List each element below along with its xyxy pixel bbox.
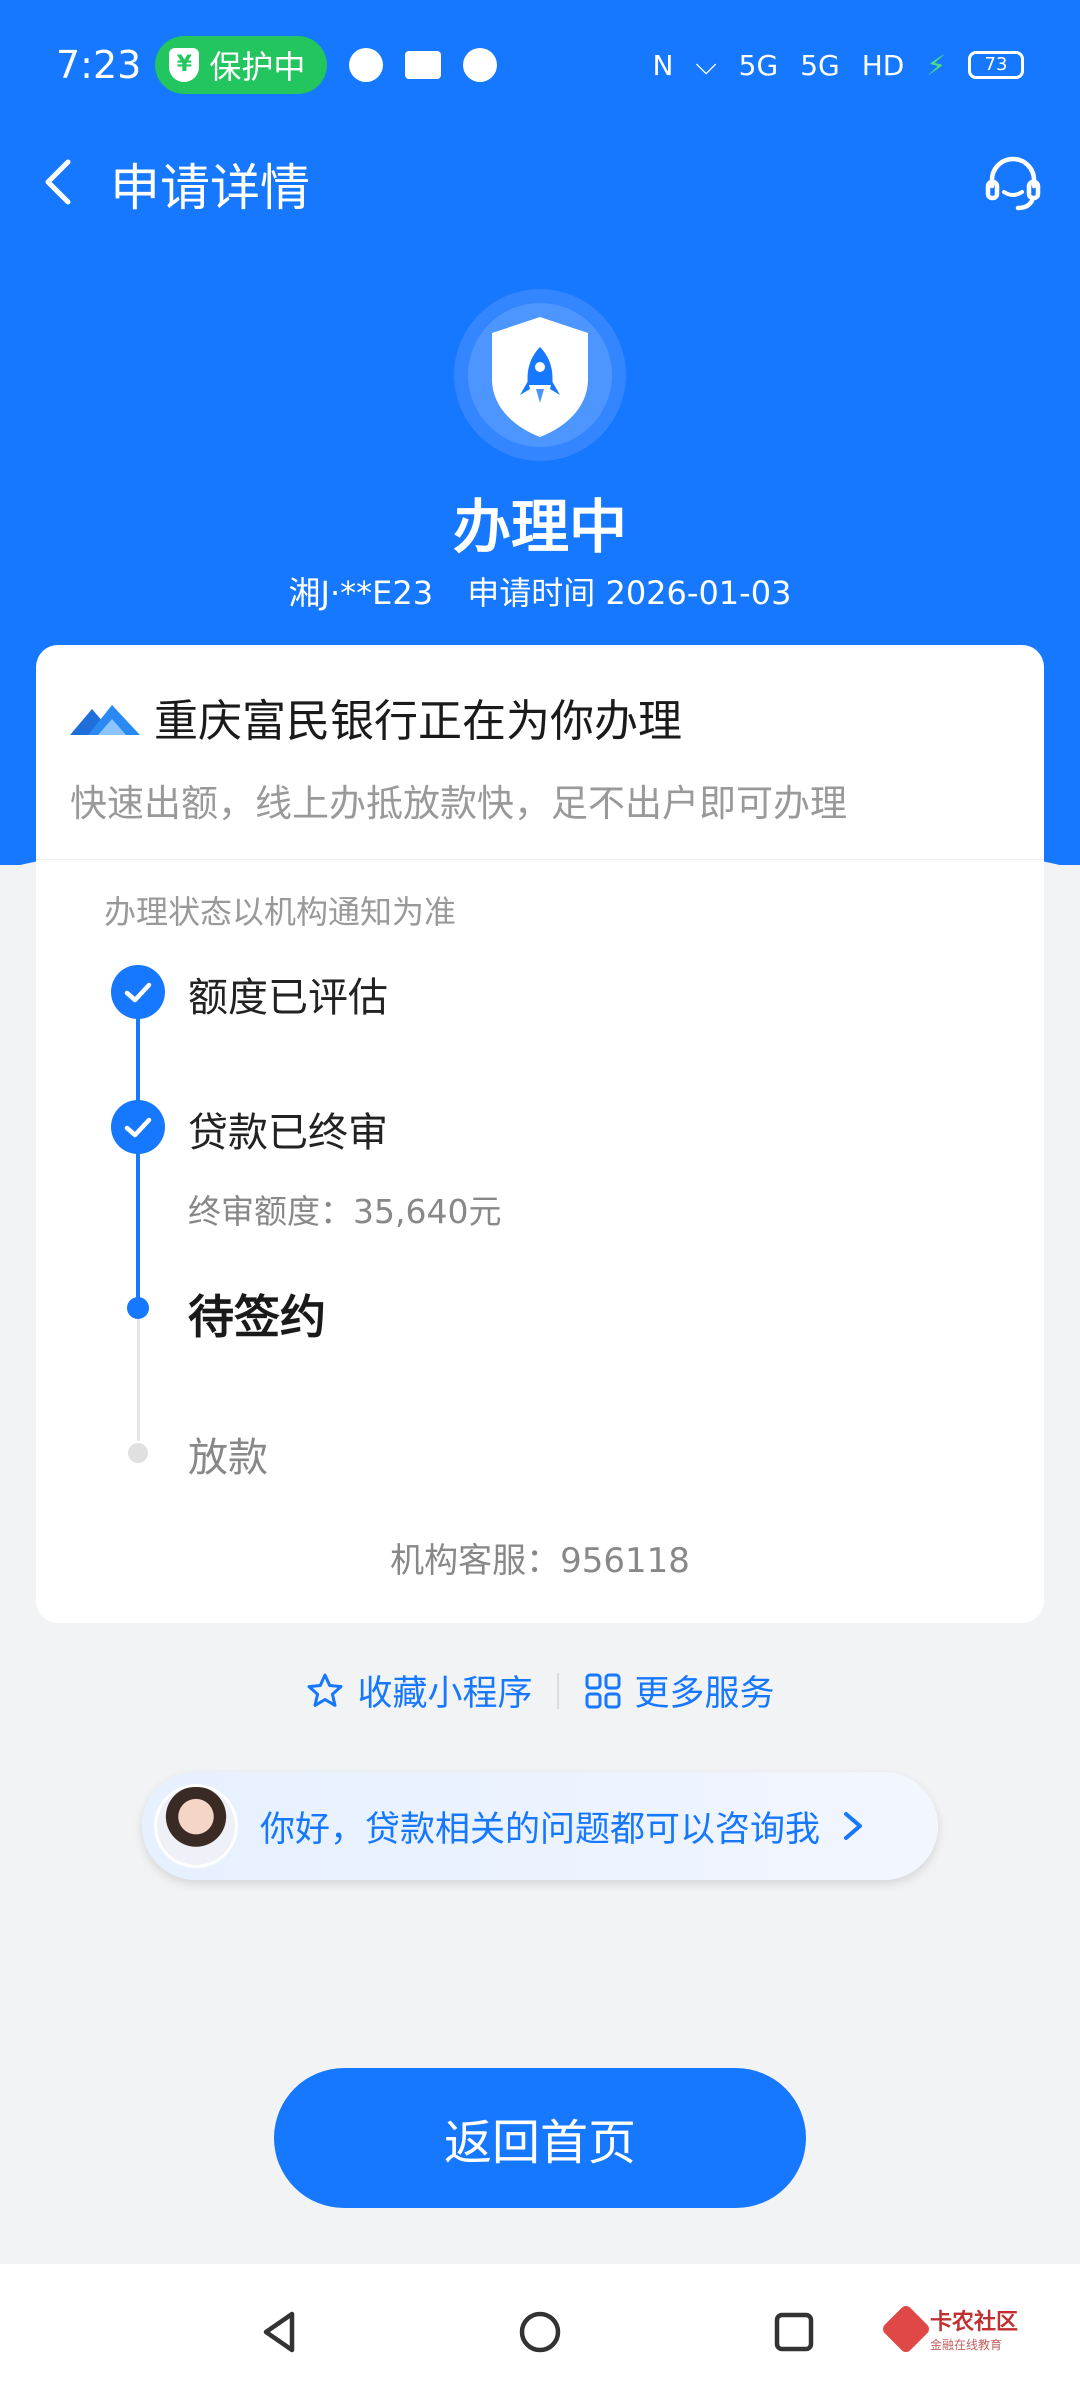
check-icon	[111, 965, 165, 1019]
progress-card: 重庆富民银行正在为你办理 快速出额，线上办抵放款快，足不出户即可办理 办理状态以…	[36, 645, 1044, 1623]
assistant-avatar	[154, 1784, 238, 1868]
chevron-left-icon	[45, 159, 71, 205]
message-icon	[349, 48, 384, 82]
step-label-sign: 待签约	[188, 1290, 326, 1344]
favorite-label: 收藏小程序	[357, 1674, 533, 1714]
signal-icon-1: 5G	[738, 48, 779, 82]
shield-icon: ¥	[169, 48, 200, 82]
step-label-final-review: 贷款已终审	[188, 1110, 388, 1156]
plate-number: 湘J·**E23	[288, 574, 434, 612]
wifi-icon: ⌵	[695, 48, 717, 81]
progress-timeline: 额度已评估 贷款已终审 终审额度：35,640元 待签约 放款	[36, 645, 1044, 1623]
action-links: 收藏小程序 更多服务	[0, 1665, 1080, 1716]
step-label-disburse: 放款	[188, 1435, 268, 1481]
system-home-icon[interactable]	[516, 2308, 564, 2356]
step-label-evaluated: 额度已评估	[188, 975, 388, 1021]
system-navigation-bar: 卡农社区 金融在线教育	[0, 2264, 1080, 2400]
assistant-greeting: 你好，贷款相关的问题都可以咨询我	[260, 1809, 821, 1850]
grid-icon	[585, 1673, 620, 1708]
final-amount: 终审额度：35,640元	[188, 1192, 502, 1231]
divider	[556, 1672, 559, 1709]
nfc-icon: N	[652, 48, 674, 82]
chevron-right-icon	[844, 1812, 863, 1840]
page-title: 申请详情	[110, 159, 310, 217]
application-status: 办理中	[452, 493, 627, 561]
protect-badge[interactable]: ¥ 保护中	[155, 36, 328, 94]
assistant-chat-entry[interactable]: 你好，贷款相关的问题都可以咨询我	[142, 1772, 938, 1880]
system-recents-icon[interactable]	[770, 2308, 818, 2356]
service-hotline[interactable]: 机构客服：956118	[36, 1533, 1044, 1582]
hd-icon: HD	[861, 48, 905, 82]
watermark-title: 卡农社区	[929, 2310, 1018, 2335]
favorite-miniapp-link[interactable]: 收藏小程序	[305, 1665, 533, 1716]
check-icon	[111, 1100, 165, 1154]
status-bar: 7:23 ¥ 保护中 N ⌵ 5G 5G HD ⚡ 73	[0, 0, 1080, 130]
customer-service-button[interactable]	[982, 152, 1044, 214]
more-services-label: 更多服务	[634, 1674, 775, 1714]
app-notification-icon	[405, 51, 442, 79]
battery-icon: 73	[968, 51, 1024, 79]
system-back-icon[interactable]	[256, 2308, 304, 2356]
application-meta: 湘J·**E23 申请时间 2026-01-03	[0, 568, 1080, 614]
apply-time: 申请时间 2026-01-03	[467, 574, 792, 612]
watermark-subtitle: 金融在线教育	[929, 2338, 1002, 2352]
return-home-button[interactable]: 返回首页	[274, 2068, 806, 2208]
baidu-icon	[463, 48, 498, 82]
current-step-dot	[127, 1297, 149, 1319]
star-icon	[307, 1673, 343, 1707]
pending-step-dot	[128, 1443, 148, 1463]
processing-shield-icon	[450, 285, 630, 465]
charging-icon: ⚡	[926, 48, 946, 82]
protect-label: 保护中	[209, 48, 306, 86]
watermark: 卡农社区 金融在线教育	[880, 2303, 1018, 2354]
nav-bar: 申请详情	[0, 130, 1080, 230]
headset-icon	[985, 156, 1041, 211]
timeline-line-pending	[137, 1311, 140, 1441]
more-services-link[interactable]: 更多服务	[583, 1665, 775, 1716]
signal-icon-2: 5G	[800, 48, 840, 82]
back-button[interactable]	[34, 154, 90, 210]
watermark-logo-icon	[880, 2303, 932, 2354]
status-time: 7:23	[56, 43, 142, 87]
